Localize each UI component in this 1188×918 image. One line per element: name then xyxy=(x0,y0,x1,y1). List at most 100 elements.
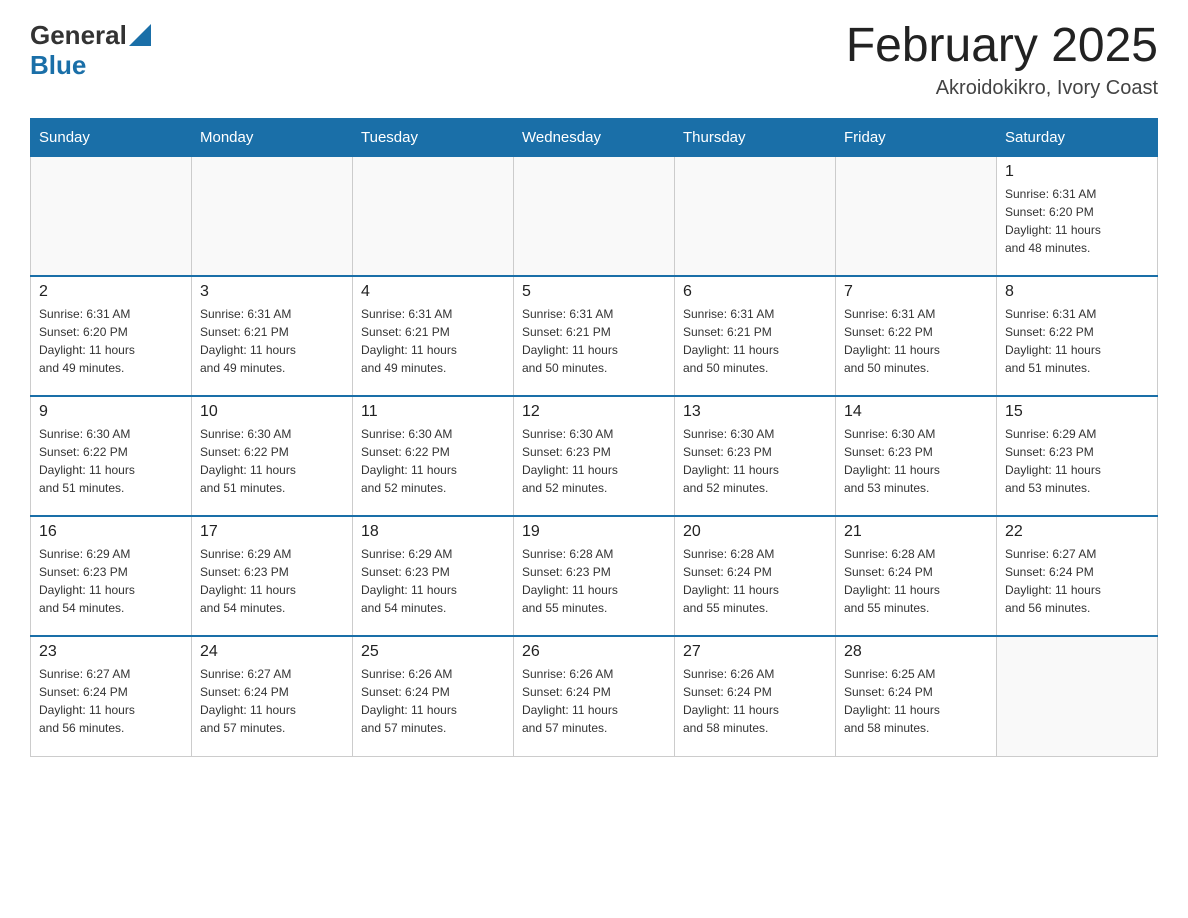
calendar-cell xyxy=(31,156,192,276)
calendar-cell: 1 Sunrise: 6:31 AM Sunset: 6:20 PM Daylig… xyxy=(997,156,1158,276)
day-number: 22 xyxy=(1005,523,1149,541)
day-info: Sunrise: 6:31 AM Sunset: 6:22 PM Dayligh… xyxy=(1005,305,1149,377)
day-header-wednesday: Wednesday xyxy=(514,118,675,156)
week-row-2: 2 Sunrise: 6:31 AM Sunset: 6:20 PM Daylig… xyxy=(31,276,1158,396)
day-info: Sunrise: 6:27 AM Sunset: 6:24 PM Dayligh… xyxy=(200,665,344,737)
logo-blue-text: Blue xyxy=(30,51,151,80)
day-number: 13 xyxy=(683,403,827,421)
day-number: 9 xyxy=(39,403,183,421)
calendar-cell: 4 Sunrise: 6:31 AM Sunset: 6:21 PM Daylig… xyxy=(353,276,514,396)
day-info: Sunrise: 6:30 AM Sunset: 6:22 PM Dayligh… xyxy=(361,425,505,497)
day-number: 26 xyxy=(522,643,666,661)
day-info: Sunrise: 6:25 AM Sunset: 6:24 PM Dayligh… xyxy=(844,665,988,737)
calendar-cell: 3 Sunrise: 6:31 AM Sunset: 6:21 PM Daylig… xyxy=(192,276,353,396)
calendar-cell xyxy=(675,156,836,276)
calendar-cell xyxy=(997,636,1158,756)
day-number: 17 xyxy=(200,523,344,541)
day-info: Sunrise: 6:30 AM Sunset: 6:22 PM Dayligh… xyxy=(39,425,183,497)
day-number: 6 xyxy=(683,283,827,301)
day-number: 5 xyxy=(522,283,666,301)
day-info: Sunrise: 6:26 AM Sunset: 6:24 PM Dayligh… xyxy=(361,665,505,737)
day-number: 12 xyxy=(522,403,666,421)
day-number: 23 xyxy=(39,643,183,661)
day-header-monday: Monday xyxy=(192,118,353,156)
location-title: Akroidokikro, Ivory Coast xyxy=(846,77,1158,100)
day-info: Sunrise: 6:29 AM Sunset: 6:23 PM Dayligh… xyxy=(361,545,505,617)
calendar-cell: 28 Sunrise: 6:25 AM Sunset: 6:24 PM Dayli… xyxy=(836,636,997,756)
day-number: 4 xyxy=(361,283,505,301)
week-row-3: 9 Sunrise: 6:30 AM Sunset: 6:22 PM Daylig… xyxy=(31,396,1158,516)
header-row: SundayMondayTuesdayWednesdayThursdayFrid… xyxy=(31,118,1158,156)
calendar-cell: 2 Sunrise: 6:31 AM Sunset: 6:20 PM Daylig… xyxy=(31,276,192,396)
day-info: Sunrise: 6:31 AM Sunset: 6:20 PM Dayligh… xyxy=(39,305,183,377)
day-number: 18 xyxy=(361,523,505,541)
calendar-cell: 22Sunrise: 6:27 AM Sunset: 6:24 PM Dayli… xyxy=(997,516,1158,636)
day-info: Sunrise: 6:30 AM Sunset: 6:23 PM Dayligh… xyxy=(522,425,666,497)
day-header-sunday: Sunday xyxy=(31,118,192,156)
day-info: Sunrise: 6:28 AM Sunset: 6:23 PM Dayligh… xyxy=(522,545,666,617)
calendar-cell: 18 Sunrise: 6:29 AM Sunset: 6:23 PM Dayli… xyxy=(353,516,514,636)
day-number: 15 xyxy=(1005,403,1149,421)
day-number: 8 xyxy=(1005,283,1149,301)
calendar-cell xyxy=(836,156,997,276)
title-block: February 2025 Akroidokikro, Ivory Coast xyxy=(846,20,1158,100)
day-info: Sunrise: 6:26 AM Sunset: 6:24 PM Dayligh… xyxy=(683,665,827,737)
day-info: Sunrise: 6:26 AM Sunset: 6:24 PM Dayligh… xyxy=(522,665,666,737)
day-number: 28 xyxy=(844,643,988,661)
calendar-cell: 17 Sunrise: 6:29 AM Sunset: 6:23 PM Dayli… xyxy=(192,516,353,636)
day-info: Sunrise: 6:30 AM Sunset: 6:23 PM Dayligh… xyxy=(683,425,827,497)
calendar-table: SundayMondayTuesdayWednesdayThursdayFrid… xyxy=(30,118,1158,757)
page-header: General Blue February 2025 Akroidokikro,… xyxy=(30,20,1158,100)
day-number: 3 xyxy=(200,283,344,301)
calendar-cell: 6Sunrise: 6:31 AM Sunset: 6:21 PM Daylig… xyxy=(675,276,836,396)
calendar-cell: 14Sunrise: 6:30 AM Sunset: 6:23 PM Dayli… xyxy=(836,396,997,516)
day-number: 11 xyxy=(361,403,505,421)
week-row-4: 16 Sunrise: 6:29 AM Sunset: 6:23 PM Dayli… xyxy=(31,516,1158,636)
calendar-cell: 8 Sunrise: 6:31 AM Sunset: 6:22 PM Daylig… xyxy=(997,276,1158,396)
day-header-thursday: Thursday xyxy=(675,118,836,156)
day-number: 14 xyxy=(844,403,988,421)
day-info: Sunrise: 6:28 AM Sunset: 6:24 PM Dayligh… xyxy=(844,545,988,617)
day-info: Sunrise: 6:31 AM Sunset: 6:21 PM Dayligh… xyxy=(200,305,344,377)
calendar-cell: 19Sunrise: 6:28 AM Sunset: 6:23 PM Dayli… xyxy=(514,516,675,636)
day-info: Sunrise: 6:29 AM Sunset: 6:23 PM Dayligh… xyxy=(200,545,344,617)
calendar-cell: 25 Sunrise: 6:26 AM Sunset: 6:24 PM Dayli… xyxy=(353,636,514,756)
day-info: Sunrise: 6:29 AM Sunset: 6:23 PM Dayligh… xyxy=(39,545,183,617)
calendar-cell xyxy=(353,156,514,276)
day-number: 16 xyxy=(39,523,183,541)
day-header-friday: Friday xyxy=(836,118,997,156)
day-number: 24 xyxy=(200,643,344,661)
day-number: 1 xyxy=(1005,163,1149,181)
day-header-saturday: Saturday xyxy=(997,118,1158,156)
day-info: Sunrise: 6:31 AM Sunset: 6:20 PM Dayligh… xyxy=(1005,185,1149,257)
calendar-cell: 10 Sunrise: 6:30 AM Sunset: 6:22 PM Dayli… xyxy=(192,396,353,516)
day-info: Sunrise: 6:27 AM Sunset: 6:24 PM Dayligh… xyxy=(39,665,183,737)
calendar-cell: 20 Sunrise: 6:28 AM Sunset: 6:24 PM Dayli… xyxy=(675,516,836,636)
calendar-cell: 23 Sunrise: 6:27 AM Sunset: 6:24 PM Dayli… xyxy=(31,636,192,756)
calendar-cell: 7 Sunrise: 6:31 AM Sunset: 6:22 PM Daylig… xyxy=(836,276,997,396)
calendar-cell: 11 Sunrise: 6:30 AM Sunset: 6:22 PM Dayli… xyxy=(353,396,514,516)
week-row-5: 23 Sunrise: 6:27 AM Sunset: 6:24 PM Dayli… xyxy=(31,636,1158,756)
day-info: Sunrise: 6:31 AM Sunset: 6:21 PM Dayligh… xyxy=(361,305,505,377)
calendar-cell: 24 Sunrise: 6:27 AM Sunset: 6:24 PM Dayli… xyxy=(192,636,353,756)
day-info: Sunrise: 6:30 AM Sunset: 6:22 PM Dayligh… xyxy=(200,425,344,497)
day-info: Sunrise: 6:28 AM Sunset: 6:24 PM Dayligh… xyxy=(683,545,827,617)
day-info: Sunrise: 6:29 AM Sunset: 6:23 PM Dayligh… xyxy=(1005,425,1149,497)
day-info: Sunrise: 6:31 AM Sunset: 6:21 PM Dayligh… xyxy=(522,305,666,377)
calendar-cell: 9 Sunrise: 6:30 AM Sunset: 6:22 PM Daylig… xyxy=(31,396,192,516)
calendar-cell: 12 Sunrise: 6:30 AM Sunset: 6:23 PM Dayli… xyxy=(514,396,675,516)
logo-icon xyxy=(129,24,151,46)
day-number: 10 xyxy=(200,403,344,421)
logo: General Blue xyxy=(30,20,151,80)
day-number: 25 xyxy=(361,643,505,661)
day-number: 21 xyxy=(844,523,988,541)
day-number: 20 xyxy=(683,523,827,541)
day-number: 7 xyxy=(844,283,988,301)
day-number: 2 xyxy=(39,283,183,301)
calendar-cell: 26 Sunrise: 6:26 AM Sunset: 6:24 PM Dayli… xyxy=(514,636,675,756)
day-info: Sunrise: 6:31 AM Sunset: 6:22 PM Dayligh… xyxy=(844,305,988,377)
calendar-cell: 13 Sunrise: 6:30 AM Sunset: 6:23 PM Dayli… xyxy=(675,396,836,516)
week-row-1: 1 Sunrise: 6:31 AM Sunset: 6:20 PM Daylig… xyxy=(31,156,1158,276)
calendar-cell: 15 Sunrise: 6:29 AM Sunset: 6:23 PM Dayli… xyxy=(997,396,1158,516)
calendar-cell xyxy=(192,156,353,276)
